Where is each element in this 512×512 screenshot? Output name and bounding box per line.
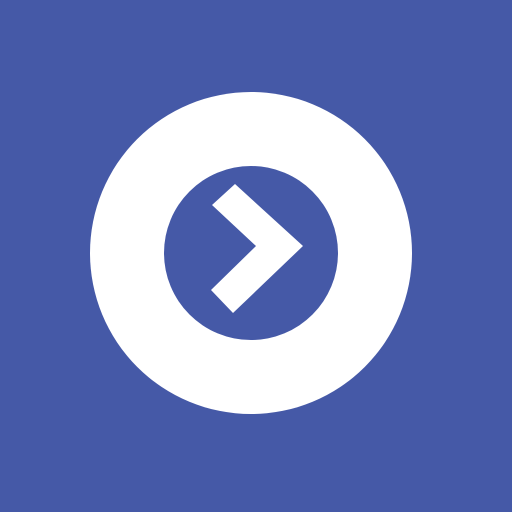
play-next-chevron-icon bbox=[0, 0, 512, 512]
app-icon[interactable] bbox=[0, 0, 512, 512]
